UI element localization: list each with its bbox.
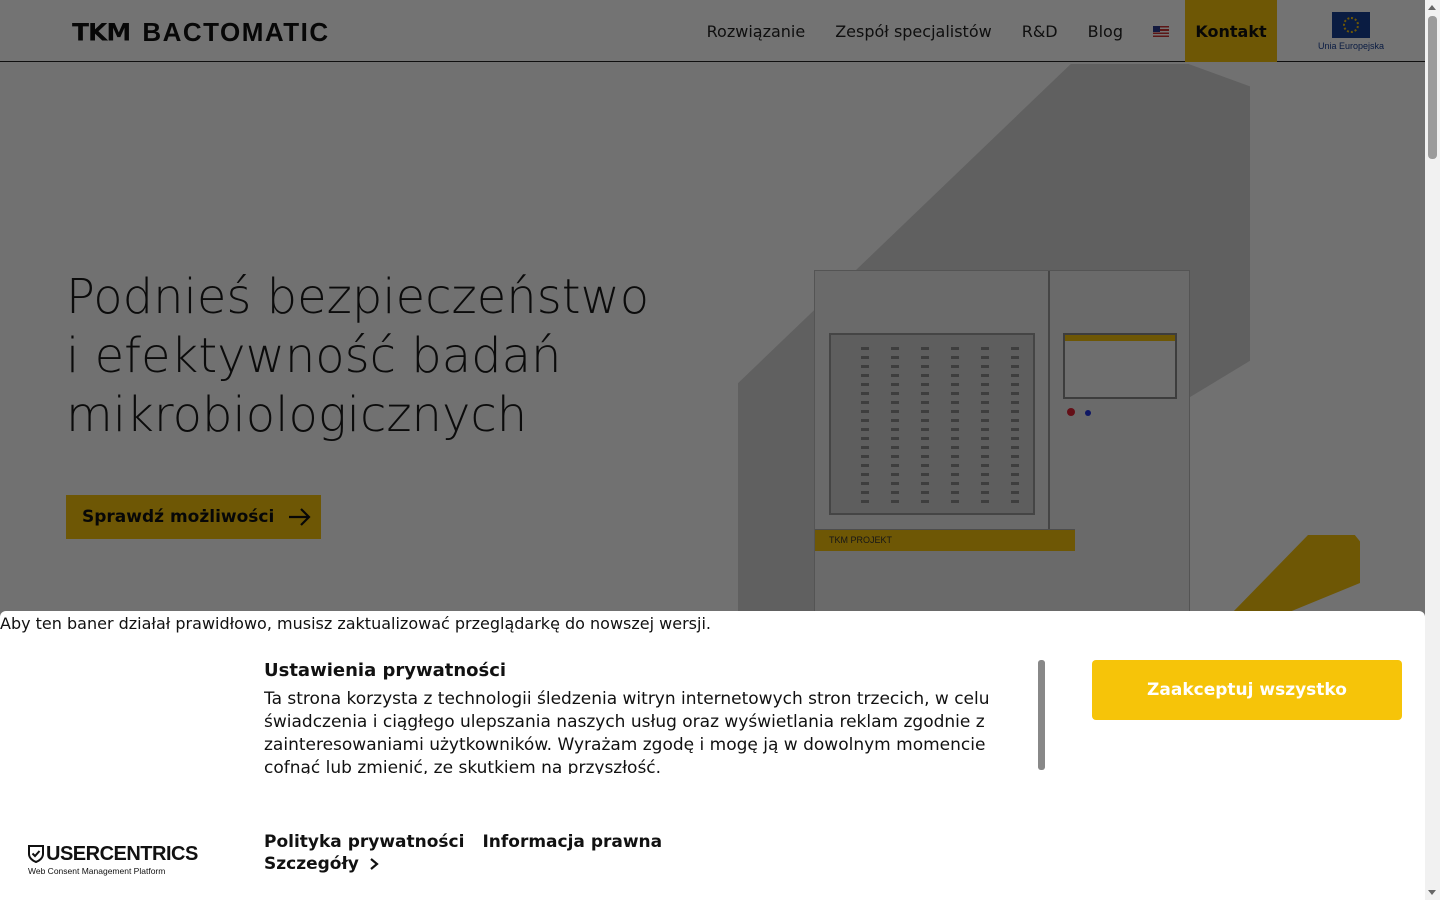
consent-text-scroll[interactable]: Ta strona korzysta z technologii śledzen… <box>264 688 1036 774</box>
sample-rack <box>921 347 929 507</box>
consent-title: Ustawienia prywatności <box>264 660 507 681</box>
us-flag-icon[interactable] <box>1153 25 1169 37</box>
site-header: TKM BACTOMATIC Rozwiązanie Zespół specja… <box>0 0 1425 62</box>
sample-rack <box>1011 347 1019 507</box>
shield-icon <box>28 845 44 863</box>
machine-window <box>829 333 1035 515</box>
nav-item-blog[interactable]: Blog <box>1088 22 1123 41</box>
usercentrics-subtitle: Web Consent Management Platform <box>28 866 166 876</box>
machine-red-button <box>1067 408 1075 416</box>
browser-warning: Aby ten baner działał prawidłowo, musisz… <box>0 614 711 633</box>
machine-body <box>815 271 1050 549</box>
nav-item-rnd[interactable]: R&D <box>1022 22 1058 41</box>
main-nav: Rozwiązanie Zespół specjalistów R&D Blog… <box>707 0 1425 62</box>
usercentrics-name: USERCENTRICS <box>28 844 198 864</box>
eu-flag-icon <box>1332 11 1370 38</box>
machine-screen-bar <box>1065 335 1175 341</box>
hero-title-line: Podnieś bezpieczeństwo <box>66 269 650 325</box>
usercentrics-logo[interactable]: USERCENTRICS Web Consent Management Plat… <box>28 844 198 876</box>
accept-all-button[interactable]: Zaakceptuj wszystko <box>1092 660 1402 720</box>
page-scrollbar-thumb[interactable] <box>1428 16 1437 159</box>
site-logo[interactable]: TKM BACTOMATIC <box>72 17 330 47</box>
consent-banner: Aby ten baner działał prawidłowo, musisz… <box>0 611 1425 900</box>
scroll-up-arrow-icon[interactable] <box>1428 5 1436 10</box>
scroll-down-arrow-icon[interactable] <box>1428 890 1436 895</box>
hero-title: Podnieś bezpieczeństwo i efektywność bad… <box>66 268 706 445</box>
sample-rack <box>861 347 869 507</box>
page-scrollbar[interactable] <box>1425 0 1440 900</box>
legal-notice-link[interactable]: Informacja prawna <box>482 832 662 852</box>
nav-item-zespol[interactable]: Zespół specjalistów <box>835 22 991 41</box>
arrow-right-icon <box>289 508 311 526</box>
hero-yellow-shape <box>1230 535 1360 615</box>
sample-rack <box>981 347 989 507</box>
logo-text: BACTOMATIC <box>142 16 330 47</box>
machine-brand-label: TKM PROJEKT <box>815 529 1075 551</box>
consent-text: Ta strona korzysta z technologii śledzen… <box>264 689 990 774</box>
consent-links: Polityka prywatności Informacja prawna <box>264 832 680 852</box>
chevron-right-icon <box>370 858 379 870</box>
check-possibilities-button[interactable]: Sprawdź możliwości <box>66 495 321 539</box>
machine-screen <box>1063 333 1177 399</box>
cta-label: Sprawdź możliwości <box>82 507 275 527</box>
consent-scrollbar[interactable] <box>1038 660 1045 770</box>
machine-blue-button <box>1085 410 1091 416</box>
sample-rack <box>951 347 959 507</box>
usercentrics-wordmark: USERCENTRICS <box>46 843 198 865</box>
details-link[interactable]: Szczegóły <box>264 854 379 874</box>
details-label: Szczegóły <box>264 854 359 874</box>
privacy-policy-link[interactable]: Polityka prywatności <box>264 832 464 852</box>
hero-title-line: mikrobiologicznych <box>66 387 528 443</box>
eu-label: Unia Europejska <box>1317 40 1385 51</box>
sample-rack <box>891 347 899 507</box>
consent-scrollbar-thumb[interactable] <box>1038 660 1045 770</box>
logo-mark: TKM <box>72 18 131 46</box>
hero-title-line: i efektywność badań <box>66 328 562 384</box>
nav-item-rozwiazanie[interactable]: Rozwiązanie <box>707 22 806 41</box>
hero-machine-image: TKM PROJEKT <box>814 270 1190 630</box>
eu-badge[interactable]: Unia Europejska <box>1277 0 1425 62</box>
contact-button[interactable]: Kontakt <box>1185 0 1277 62</box>
